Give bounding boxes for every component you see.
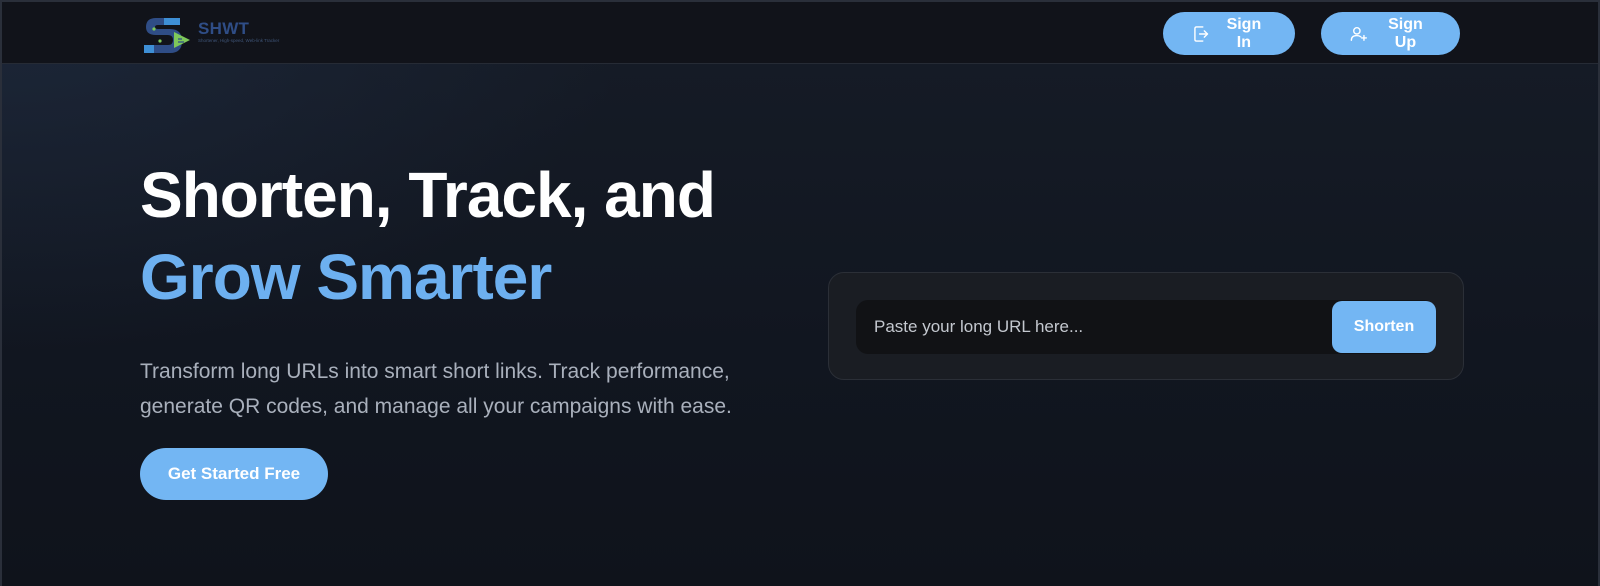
brand-logo[interactable]: SHWT Shortener, High-speed, Web-link Tra… (140, 12, 279, 56)
url-shortener-card: Shorten (828, 272, 1464, 380)
get-started-button[interactable]: Get Started Free (140, 448, 328, 500)
hero-description: Transform long URLs into smart short lin… (140, 360, 732, 418)
hero-section: Shorten, Track, and Grow Smarter Transfo… (140, 154, 780, 424)
long-url-input[interactable] (856, 300, 1326, 354)
landing-page: SHWT Shortener, High-speed, Web-link Tra… (0, 0, 1600, 586)
headline-line-2: Grow Smarter (140, 241, 552, 313)
brand-tagline: Shortener, High-speed, Web-link Tracker (198, 38, 280, 43)
shwt-logo-icon (144, 18, 190, 53)
sign-in-label: Sign In (1226, 15, 1262, 51)
headline-line-1: Shorten, Track, and (140, 159, 716, 231)
sign-in-button[interactable]: Sign In (1163, 12, 1295, 55)
auth-actions: Sign In Sign Up (1163, 12, 1460, 55)
sign-in-icon (1194, 25, 1209, 42)
shorten-button[interactable]: Shorten (1332, 301, 1436, 353)
sign-up-label: Sign Up (1388, 15, 1423, 51)
top-navbar: SHWT Shortener, High-speed, Web-link Tra… (2, 2, 1598, 64)
sign-up-button[interactable]: Sign Up (1321, 12, 1460, 55)
url-input-row: Shorten (856, 300, 1436, 354)
user-plus-icon (1350, 26, 1368, 41)
hero-headline: Shorten, Track, and Grow Smarter (140, 154, 780, 318)
brand-name: SHWT (198, 19, 250, 38)
